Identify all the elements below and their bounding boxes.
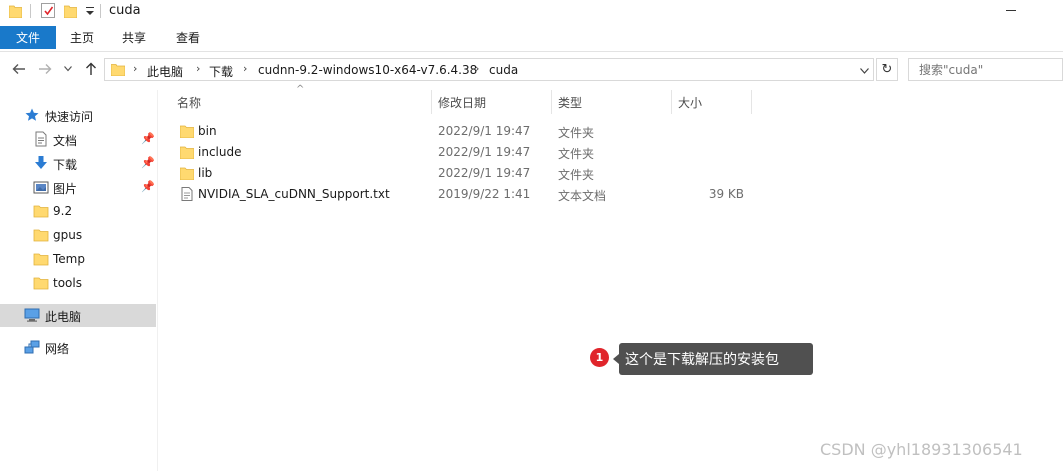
file-name: lib [198, 166, 213, 180]
sidebar-item-label: 9.2 [53, 204, 73, 218]
sidebar-item-downloads[interactable]: 下载 📌 [0, 152, 156, 175]
navigation-bar: › 此电脑 › 下载 › cudnn-9.2-windows10-x64-v7.… [0, 56, 1063, 84]
column-header-name[interactable]: 名称 [177, 90, 201, 114]
column-divider[interactable] [671, 90, 672, 114]
sidebar-item-label: 快速访问 [45, 110, 94, 124]
file-type: 文本文档 [558, 189, 607, 203]
separator [100, 4, 101, 18]
breadcrumb-chevron-icon[interactable]: › [133, 62, 137, 75]
folder-icon [33, 253, 49, 266]
file-date: 2022/9/1 19:47 [438, 145, 531, 159]
sidebar-item-documents[interactable]: 文档 📌 [0, 128, 156, 151]
up-arrow-icon[interactable] [82, 60, 100, 78]
column-divider[interactable] [551, 90, 552, 114]
breadcrumb-chevron-icon[interactable]: › [243, 62, 247, 75]
sort-ascending-icon: ^ [296, 84, 305, 95]
sidebar-item-folder[interactable]: gpus [0, 224, 156, 247]
breadcrumb-cudnn[interactable]: cudnn-9.2-windows10-x64-v7.6.4.38 [258, 63, 477, 77]
breadcrumb-chevron-icon[interactable]: › [196, 62, 200, 75]
sidebar-item-label: 此电脑 [45, 310, 82, 324]
address-bar[interactable]: › 此电脑 › 下载 › cudnn-9.2-windows10-x64-v7.… [104, 58, 874, 81]
file-name: include [198, 145, 242, 159]
tab-home[interactable]: 主页 [70, 26, 94, 49]
title-bar: cuda [0, 0, 1063, 24]
network-icon [24, 340, 40, 354]
folder-icon [180, 125, 194, 138]
annotation-callout: 这个是下载解压的安装包 [613, 343, 813, 375]
pin-icon[interactable]: 📌 [141, 180, 155, 193]
column-header-type[interactable]: 类型 [558, 90, 582, 114]
file-size: 39 KB [708, 187, 744, 201]
new-folder-icon[interactable] [64, 4, 77, 18]
sidebar-item-folder[interactable]: tools [0, 272, 156, 295]
window-title: cuda [109, 3, 141, 18]
document-icon [35, 131, 47, 147]
folder-icon [33, 277, 49, 290]
file-type: 文件夹 [558, 126, 595, 140]
download-arrow-icon [35, 156, 47, 169]
breadcrumb-this-pc[interactable]: 此电脑 [147, 63, 183, 80]
sidebar-item-label: 下载 [53, 158, 78, 172]
column-header-size[interactable]: 大小 [678, 90, 702, 114]
refresh-icon[interactable]: ↻ [876, 58, 898, 81]
ribbon-tabs: 文件 主页 共享 查看 [0, 26, 1063, 52]
file-date: 2022/9/1 19:47 [438, 124, 531, 138]
folder-icon [9, 5, 22, 18]
picture-icon [33, 181, 49, 194]
table-row[interactable]: include 2022/9/1 19:47 文件夹 [172, 142, 752, 163]
text-file-icon [181, 187, 193, 201]
sidebar-item-folder[interactable]: 9.2 [0, 200, 156, 223]
separator [30, 4, 31, 18]
search-input[interactable] [908, 58, 1063, 81]
sidebar-item-label: 图片 [53, 182, 78, 196]
navigation-pane: 快速访问 文档 📌 下载 📌 图片 📌 9.2 gpus Temp tools … [0, 90, 158, 471]
folder-icon [180, 167, 194, 180]
pin-icon[interactable]: 📌 [141, 132, 155, 145]
star-icon [25, 108, 39, 121]
sidebar-item-label: 文档 [53, 134, 78, 148]
file-date: 2022/9/1 19:47 [438, 166, 531, 180]
sidebar-item-label: 网络 [45, 342, 70, 356]
sidebar-item-quick-access[interactable]: 快速访问 [0, 104, 156, 127]
table-row[interactable]: bin 2022/9/1 19:47 文件夹 [172, 121, 752, 142]
forward-arrow-icon[interactable] [36, 60, 54, 78]
customize-toolbar-icon[interactable] [85, 5, 95, 17]
tab-file[interactable]: 文件 [0, 26, 56, 49]
column-divider[interactable] [751, 90, 752, 114]
column-divider[interactable] [431, 90, 432, 114]
sidebar-item-network[interactable]: 网络 [0, 336, 156, 359]
sidebar-item-label: tools [53, 276, 82, 290]
folder-icon [111, 64, 125, 76]
file-name: bin [198, 124, 217, 138]
recent-chevron-down-icon[interactable] [62, 60, 74, 78]
sidebar-item-label: Temp [53, 252, 85, 266]
sidebar-item-this-pc[interactable]: 此电脑 [0, 304, 156, 327]
breadcrumb-downloads[interactable]: 下载 [209, 63, 233, 80]
annotation-number-badge: 1 [590, 348, 609, 367]
column-header-date[interactable]: 修改日期 [438, 90, 486, 114]
folder-icon [180, 146, 194, 159]
tab-view[interactable]: 查看 [176, 26, 200, 49]
breadcrumb-chevron-icon[interactable]: › [475, 62, 479, 75]
folder-icon [33, 205, 49, 218]
file-type: 文件夹 [558, 168, 595, 182]
file-name: NVIDIA_SLA_cuDNN_Support.txt [198, 187, 390, 201]
properties-icon[interactable] [41, 3, 55, 18]
file-type: 文件夹 [558, 147, 595, 161]
sidebar-item-pictures[interactable]: 图片 📌 [0, 176, 156, 199]
file-date: 2019/9/22 1:41 [438, 187, 531, 201]
watermark: CSDN @yhl18931306541 [820, 440, 1023, 459]
sidebar-item-label: gpus [53, 228, 83, 242]
address-chevron-down-icon[interactable] [860, 64, 869, 77]
pin-icon[interactable]: 📌 [141, 156, 155, 169]
table-row[interactable]: NVIDIA_SLA_cuDNN_Support.txt 2019/9/22 1… [172, 184, 752, 205]
minimize-button[interactable] [1006, 10, 1016, 11]
breadcrumb-cuda[interactable]: cuda [489, 63, 518, 77]
computer-icon [24, 308, 40, 322]
back-arrow-icon[interactable] [10, 60, 28, 78]
tab-share[interactable]: 共享 [122, 26, 146, 49]
folder-icon [33, 229, 49, 242]
sidebar-item-folder[interactable]: Temp [0, 248, 156, 271]
table-row[interactable]: lib 2022/9/1 19:47 文件夹 [172, 163, 752, 184]
